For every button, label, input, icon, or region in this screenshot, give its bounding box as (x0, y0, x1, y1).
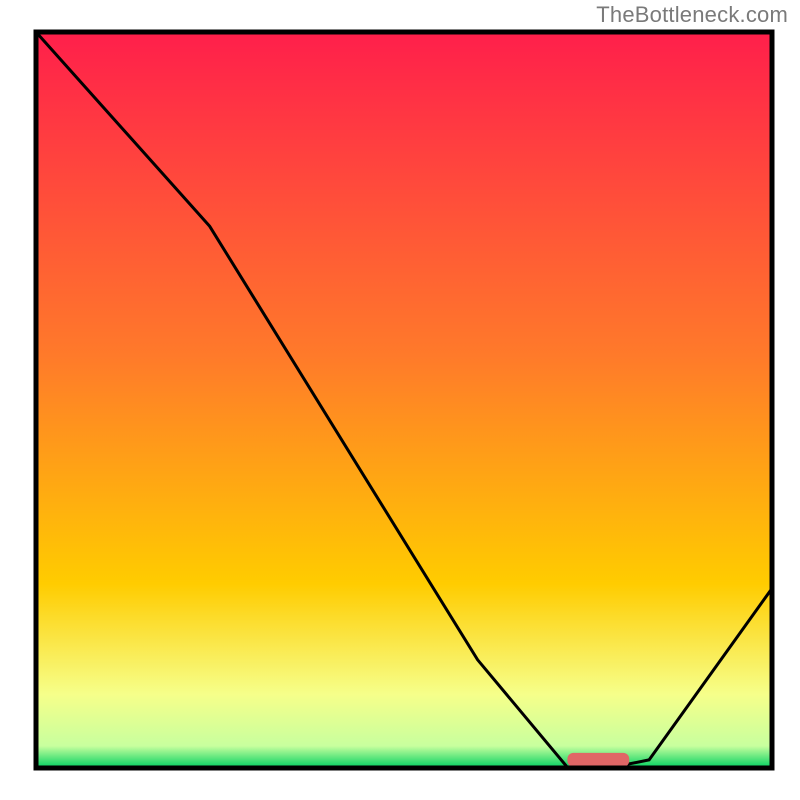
chart-svg (0, 0, 800, 800)
highlight-bar (567, 753, 629, 767)
chart-container: TheBottleneck.com (0, 0, 800, 800)
plot-background-gradient (36, 32, 772, 768)
